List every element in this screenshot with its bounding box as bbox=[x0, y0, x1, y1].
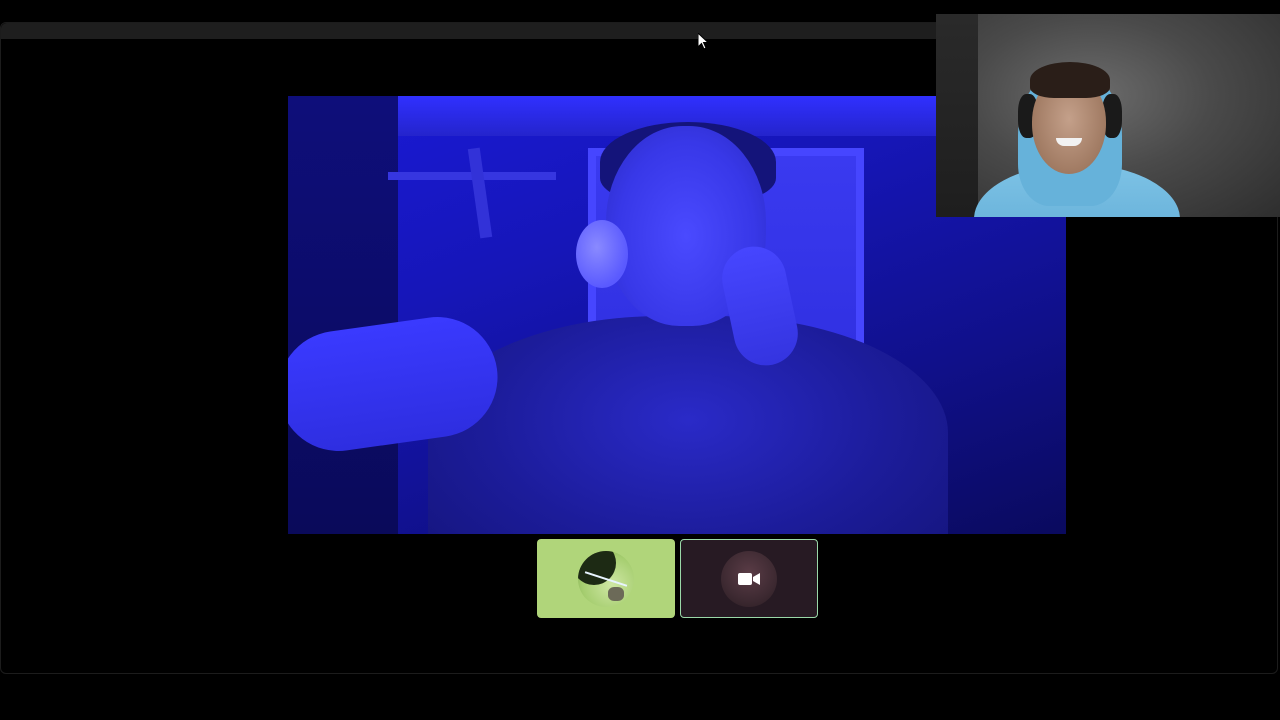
participant-tile-1[interactable] bbox=[537, 539, 675, 618]
participant-body bbox=[428, 316, 948, 534]
video-camera-icon bbox=[738, 572, 760, 585]
participant-avatar-1 bbox=[578, 550, 634, 607]
participant-headphone bbox=[576, 220, 628, 288]
screen bbox=[0, 0, 1280, 720]
avatar-rock bbox=[608, 586, 624, 601]
mouse-cursor-icon bbox=[698, 33, 710, 50]
participant-avatar-2 bbox=[721, 550, 777, 607]
self-view-video[interactable] bbox=[936, 14, 1280, 217]
participant-tile-2[interactable] bbox=[680, 539, 818, 618]
self-view-background bbox=[936, 14, 978, 217]
self-view-smile bbox=[1056, 138, 1082, 146]
self-view-hair bbox=[1030, 62, 1110, 98]
video-background-cross bbox=[467, 147, 493, 239]
video-background-wall bbox=[288, 96, 398, 534]
